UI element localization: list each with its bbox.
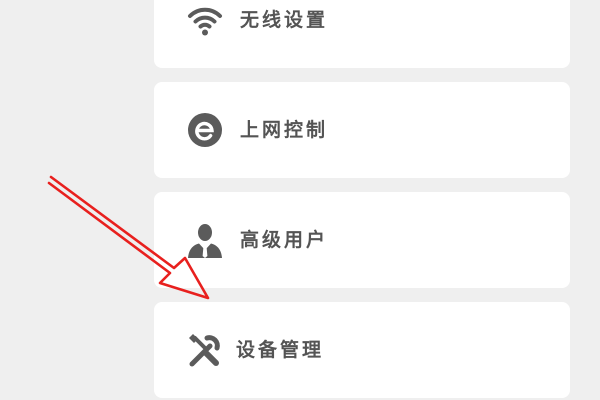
menu-item-label: 无线设置	[240, 9, 329, 31]
menu-item-label: 上网控制	[240, 119, 329, 141]
wifi-icon	[188, 7, 222, 36]
menu-item-internet-control[interactable]: 上网控制	[154, 82, 570, 178]
tools-icon	[189, 334, 220, 367]
menu-item-label: 高级用户	[240, 229, 329, 251]
internet-e-icon	[188, 113, 222, 147]
user-icon	[188, 224, 222, 258]
menu-item-label: 设备管理	[236, 339, 325, 361]
menu-item-advanced-user[interactable]: 高级用户	[154, 192, 570, 288]
menu-item-wireless-settings[interactable]: 无线设置	[154, 0, 570, 68]
menu-item-device-management[interactable]: 设备管理	[154, 302, 570, 398]
